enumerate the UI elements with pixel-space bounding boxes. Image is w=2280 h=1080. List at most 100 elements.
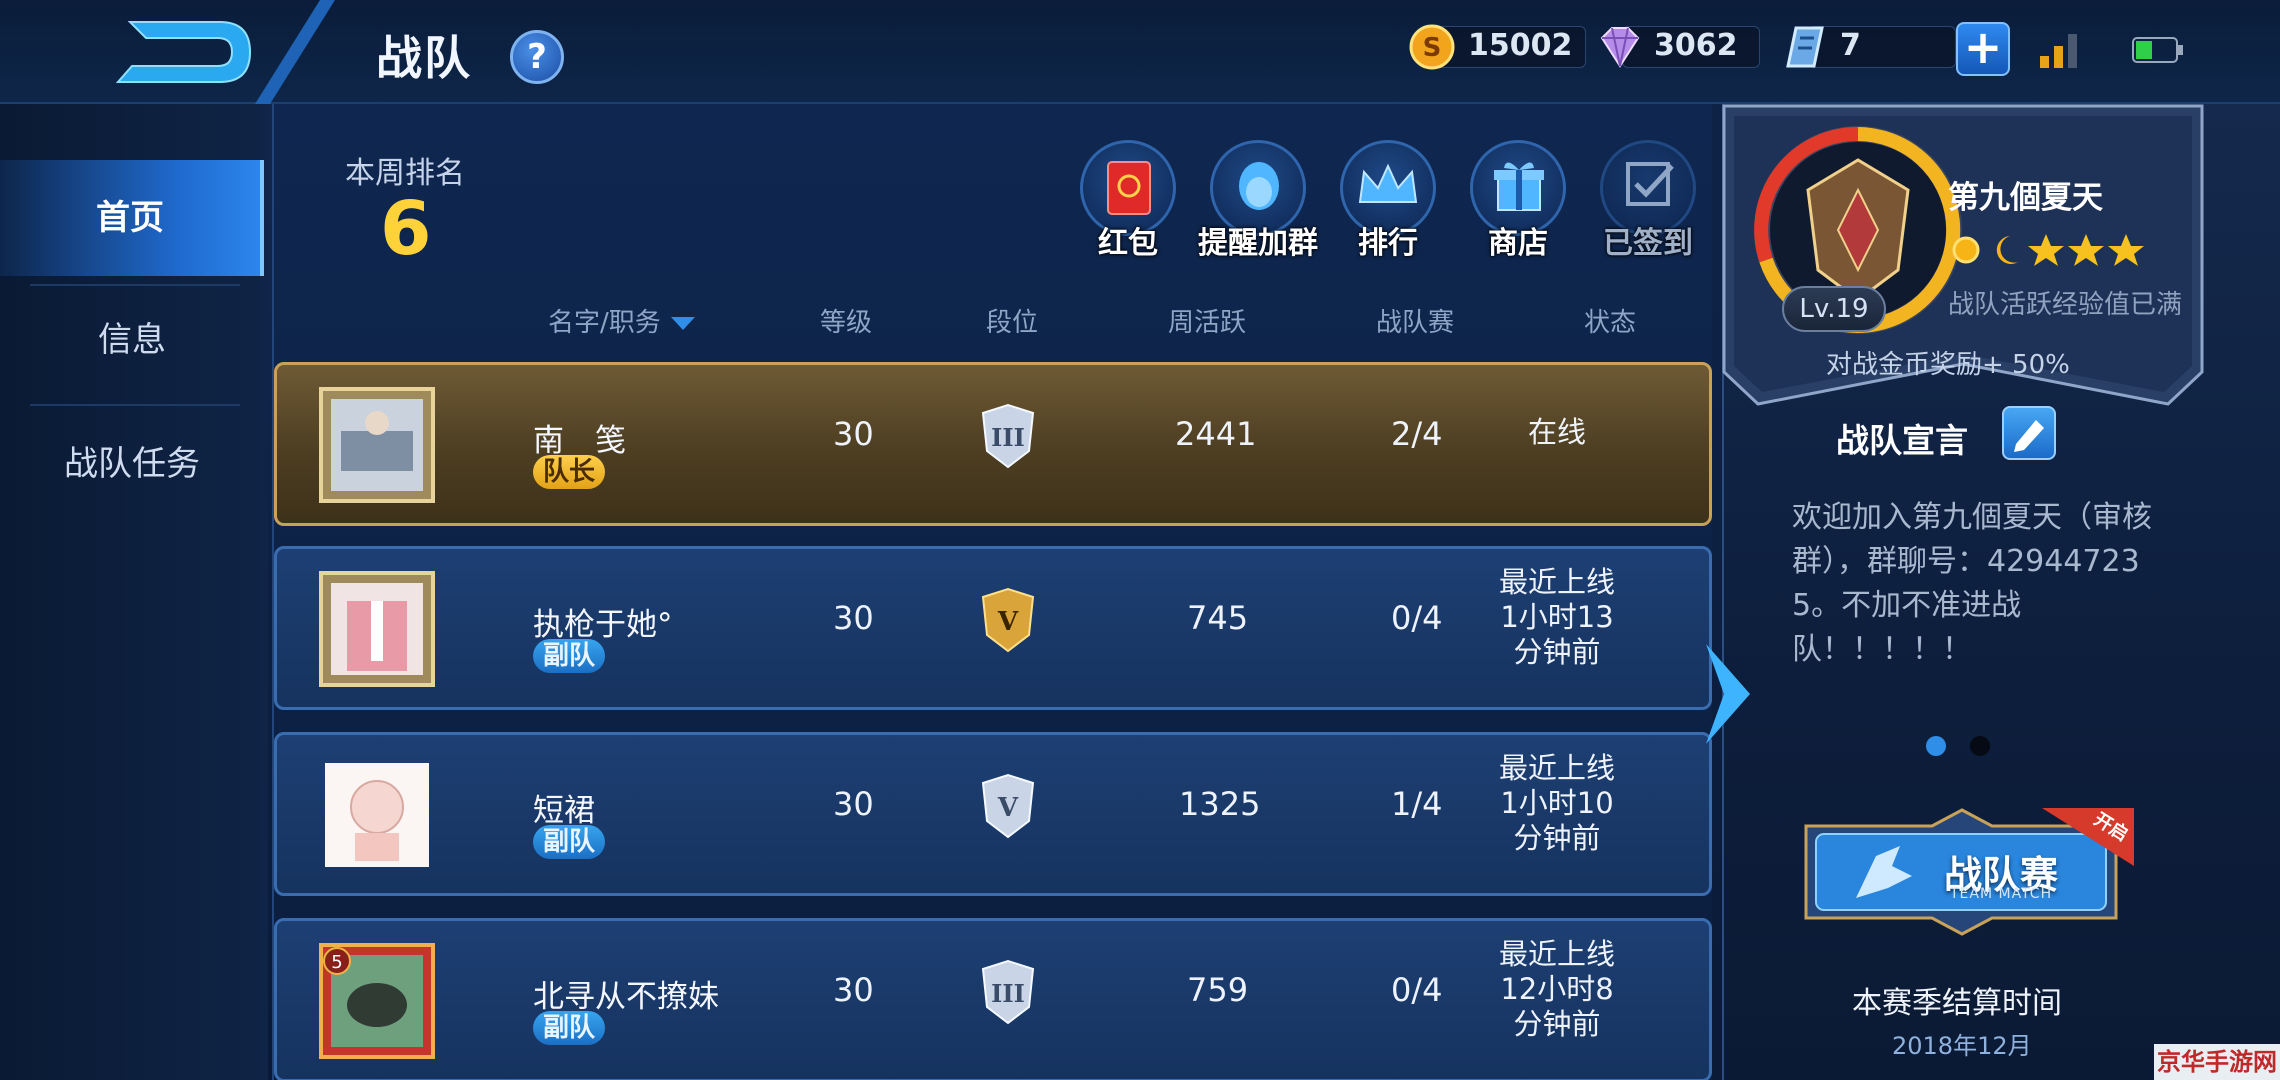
- watermark: 京华手游网: [2154, 1044, 2280, 1080]
- tier-badge-icon: V: [981, 773, 1035, 839]
- coin-value: 15002: [1468, 28, 1573, 63]
- avatar[interactable]: [319, 757, 435, 873]
- svg-text:S: S: [1423, 33, 1442, 63]
- shop-button[interactable]: 商店: [1468, 140, 1568, 270]
- sort-down-icon: [671, 317, 696, 330]
- declaration-text: 欢迎加入第九個夏天（审核群），群聊号：429447235。不加不准进战队！！！！…: [1792, 500, 2152, 667]
- svg-text:5: 5: [331, 952, 342, 973]
- svg-text:V: V: [997, 793, 1019, 823]
- sidebar-item-home[interactable]: 首页: [0, 160, 264, 276]
- team-match-sublabel: TEAM MATCH: [1950, 886, 2053, 902]
- gold-coin-icon: S: [1409, 24, 1455, 70]
- column-header-status: 状态: [1584, 308, 1637, 338]
- pencil-icon: [2014, 420, 2044, 452]
- diamond-counter: 3062: [1592, 22, 1772, 72]
- active-full-text: 战队活跃经验值已满: [1948, 290, 2183, 320]
- role-badge: 副队: [533, 1011, 606, 1045]
- sidebar-item-tasks[interactable]: 战队任务: [0, 406, 264, 522]
- table-row[interactable]: 南 笺 队长 30 III 2441 2/4 在线: [274, 362, 1712, 526]
- red-envelope-button[interactable]: 红包: [1078, 140, 1178, 270]
- team-name: 第九個夏天: [1948, 180, 2103, 216]
- remind-join-button[interactable]: 提醒加群: [1198, 140, 1318, 270]
- member-weekly-active: 759: [1187, 971, 1249, 1009]
- action-label: 已签到: [1603, 226, 1693, 261]
- open-badge: 开启: [2042, 808, 2134, 866]
- page-dot-active[interactable]: [1926, 736, 1946, 756]
- tier-badge-icon: III: [981, 403, 1035, 469]
- column-header-weekly-active: 周活跃: [1168, 308, 1247, 338]
- member-name: 南 笺: [533, 423, 626, 459]
- svg-text:III: III: [991, 979, 1025, 1008]
- season-date: 2018年12月: [1892, 1032, 2032, 1060]
- chevron-right-icon[interactable]: [1700, 644, 1756, 744]
- table-row[interactable]: 5 北寻从不撩妹 副队 30 III 759 0/4 最近上线 12小时8 分钟…: [274, 918, 1712, 1080]
- crown-icon: [1358, 163, 1418, 203]
- column-header-level: 等级: [820, 308, 873, 338]
- member-name: 北寻从不撩妹: [533, 979, 719, 1015]
- table-row[interactable]: 短裙 副队 30 V 1325 1/4 最近上线 1小时10 分钟前: [274, 732, 1712, 896]
- team-level: Lv.19: [1782, 286, 1886, 332]
- column-header-label: 名字/职务: [548, 308, 661, 338]
- member-status: 最近上线 12小时8 分钟前: [1498, 937, 1615, 1041]
- signed-in-button[interactable]: 已签到: [1598, 140, 1698, 270]
- diamond-icon: [1600, 27, 1640, 68]
- member-team-match: 0/4: [1391, 971, 1443, 1009]
- member-level: 30: [833, 971, 874, 1009]
- member-name: 短裙: [533, 793, 595, 829]
- back-arrow-icon[interactable]: [110, 14, 260, 90]
- voucher-icon: [1786, 26, 1824, 68]
- voucher-value: 7: [1840, 28, 1861, 63]
- declaration-title: 战队宣言: [1836, 421, 1968, 460]
- team-rank-stars: [1952, 234, 2144, 266]
- role-badge: 副队: [533, 639, 606, 673]
- member-weekly-active: 2441: [1175, 415, 1257, 453]
- member-level: 30: [833, 599, 874, 637]
- role-badge: 副队: [533, 825, 606, 859]
- avatar[interactable]: [319, 571, 435, 687]
- sidebar: 首页 信息 战队任务: [0, 104, 268, 1080]
- tier-badge-icon: V: [981, 587, 1035, 653]
- help-button[interactable]: ?: [510, 30, 564, 84]
- battery-icon: [2132, 37, 2183, 63]
- avatar[interactable]: [319, 387, 435, 503]
- season-label: 本赛季结算时间: [1852, 986, 2062, 1021]
- member-weekly-active: 745: [1187, 599, 1249, 637]
- member-level: 30: [833, 415, 874, 453]
- column-header-name[interactable]: 名字/职务: [548, 302, 697, 339]
- member-team-match: 0/4: [1391, 599, 1443, 637]
- voucher-counter: 7: [1778, 22, 1958, 72]
- coin-counter: S 15002: [1406, 22, 1586, 72]
- ranking-button[interactable]: 排行: [1338, 140, 1438, 270]
- avatar[interactable]: 5: [319, 943, 435, 1059]
- header-divider: [255, 0, 335, 104]
- member-team-match: 1/4: [1391, 785, 1443, 823]
- tier-badge-icon: III: [981, 959, 1035, 1025]
- member-name: 执枪于她°: [533, 607, 673, 643]
- reward-text: 对战金币奖励+ 50%: [1826, 350, 2070, 380]
- red-envelope-icon: [1107, 161, 1151, 215]
- role-badge: 队长: [533, 455, 606, 489]
- recharge-button[interactable]: +: [1956, 22, 2010, 76]
- diamond-value: 3062: [1654, 28, 1738, 63]
- edit-declaration-button[interactable]: [2002, 406, 2056, 460]
- member-level: 30: [833, 785, 874, 823]
- qq-penguin-icon: [1239, 162, 1279, 210]
- member-status: 最近上线 1小时10 分钟前: [1498, 751, 1615, 855]
- member-status: 在线: [1527, 415, 1586, 449]
- page-title: 战队: [376, 31, 472, 85]
- column-header-tier: 段位: [986, 308, 1039, 338]
- column-header-team-match: 战队赛: [1376, 308, 1455, 338]
- table-header: 名字/职务 等级 段位 周活跃 战队赛 状态: [272, 292, 1712, 346]
- checked-icon: [1626, 162, 1674, 206]
- member-team-match: 2/4: [1391, 415, 1443, 453]
- svg-text:III: III: [991, 423, 1025, 452]
- table-row[interactable]: 执枪于她° 副队 30 V 745 0/4 最近上线 1小时13 分钟前: [274, 546, 1712, 710]
- signal-icon: [2040, 34, 2077, 68]
- weekly-rank-value: 6: [380, 186, 432, 272]
- gift-icon: [1494, 162, 1544, 211]
- page-dot[interactable]: [1970, 736, 1990, 756]
- sidebar-item-info[interactable]: 信息: [0, 282, 264, 398]
- member-weekly-active: 1325: [1179, 785, 1261, 823]
- member-status: 最近上线 1小时13 分钟前: [1498, 565, 1615, 669]
- svg-text:V: V: [997, 607, 1019, 637]
